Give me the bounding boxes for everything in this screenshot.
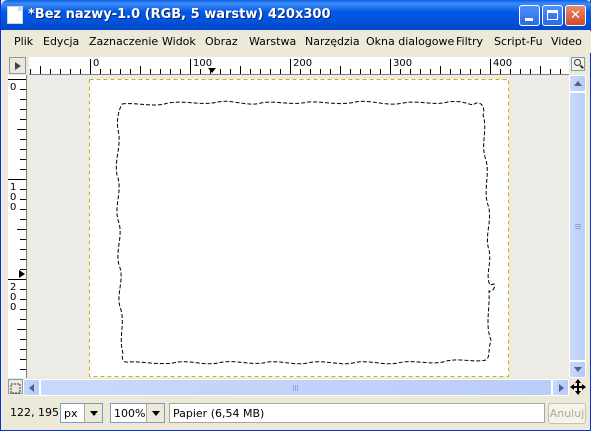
scroll-down-button[interactable]: [569, 361, 586, 378]
navigate-icon: [10, 383, 21, 394]
vertical-scrollbar[interactable]: [569, 75, 586, 378]
grip-icon: [575, 224, 581, 225]
scroll-right-button[interactable]: [552, 379, 569, 396]
pointer-marker-icon: [19, 270, 25, 278]
menu-plik[interactable]: Plik: [14, 35, 33, 48]
maximize-button[interactable]: [542, 5, 563, 26]
menu-okna-dialogowe[interactable]: Okna dialogowe: [366, 35, 454, 48]
arrow-up-icon: [574, 81, 582, 86]
menu-warstwa[interactable]: Warstwa: [249, 35, 296, 48]
status-message: Papier (6,54 MB): [169, 403, 545, 423]
quick-mask-toggle[interactable]: [9, 57, 26, 74]
chevron-down-icon[interactable]: [84, 404, 102, 422]
unit-select[interactable]: px: [60, 403, 103, 423]
ruler-label: 0: [10, 82, 16, 93]
horizontal-ruler[interactable]: 0 100 200 300 400: [29, 57, 569, 75]
image-canvas[interactable]: [28, 75, 569, 378]
ruler-label: 0: [10, 202, 16, 213]
pointer-marker-icon: [208, 68, 216, 73]
horizontal-scroll-thumb[interactable]: [40, 379, 552, 396]
horizontal-ruler-ticks: 0 100 200 300 400: [30, 58, 561, 74]
menu-narz-dzia[interactable]: Narzędzia: [305, 35, 360, 48]
unit-value: px: [64, 407, 78, 420]
menu-filtry[interactable]: Filtry: [456, 35, 483, 48]
canvas-drawing: [89, 79, 509, 377]
menu-obraz[interactable]: Obraz: [205, 35, 238, 48]
menu-video[interactable]: Video: [551, 35, 582, 48]
menu-script-fu[interactable]: Script-Fu: [494, 35, 543, 48]
horizontal-scrollbar[interactable]: [23, 379, 569, 396]
minimize-button[interactable]: [519, 5, 540, 26]
scroll-left-button[interactable]: [23, 379, 40, 396]
cancel-button[interactable]: Anuluj: [548, 403, 586, 424]
navigation-corner-button[interactable]: [8, 379, 23, 394]
zoom-navigation-icon[interactable]: [571, 57, 585, 71]
ruler-label: 0: [10, 302, 16, 313]
title-bar[interactable]: *Bez nazwy-1.0 (RGB, 5 warstw) 420x300 ✕: [1, 0, 591, 30]
vertical-ruler-ticks: 0100200: [8, 79, 26, 370]
grip-icon: [293, 385, 294, 391]
ruler-label: 300: [393, 58, 412, 69]
menu-edycja[interactable]: Edycja: [43, 35, 79, 48]
vertical-ruler[interactable]: 0100200: [8, 75, 27, 378]
arrow-down-icon: [574, 367, 582, 372]
pointer-coordinates: 122, 195: [10, 406, 59, 419]
menu-bar: Plik Edycja Zaznaczenie Widok Obraz Warstwa Na…: [1, 31, 591, 53]
arrow-left-icon: [29, 384, 34, 392]
gimp-image-window: *Bez nazwy-1.0 (RGB, 5 warstw) 420x300 ✕…: [0, 0, 591, 431]
ruler-label: 200: [293, 58, 312, 69]
scroll-up-button[interactable]: [569, 75, 586, 92]
image-layer: [89, 79, 509, 377]
document-icon: [7, 6, 23, 24]
menu-zaznaczenie[interactable]: Zaznaczenie: [89, 35, 158, 48]
chevron-down-icon[interactable]: [146, 404, 164, 422]
zoom-value: 100%: [114, 407, 146, 420]
ruler-label: 100: [193, 58, 212, 69]
status-message-text: Papier (6,54 MB): [173, 407, 265, 420]
ruler-label: 0: [93, 58, 99, 69]
minimize-icon: [525, 18, 533, 21]
status-bar: 122, 195 px 100% Papier (6,54 MB) Anuluj: [1, 399, 591, 427]
zoom-select[interactable]: 100%: [110, 403, 165, 423]
maximize-icon: [547, 10, 558, 20]
vertical-scroll-thumb[interactable]: [569, 92, 586, 361]
ruler-label: 400: [493, 58, 512, 69]
move-navigation-icon[interactable]: [570, 379, 586, 395]
window-title: *Bez nazwy-1.0 (RGB, 5 warstw) 420x300: [28, 7, 331, 22]
close-button[interactable]: ✕: [565, 5, 586, 26]
arrow-right-icon: [559, 384, 564, 392]
menu-widok[interactable]: Widok: [162, 35, 196, 48]
close-icon: ✕: [570, 8, 581, 23]
